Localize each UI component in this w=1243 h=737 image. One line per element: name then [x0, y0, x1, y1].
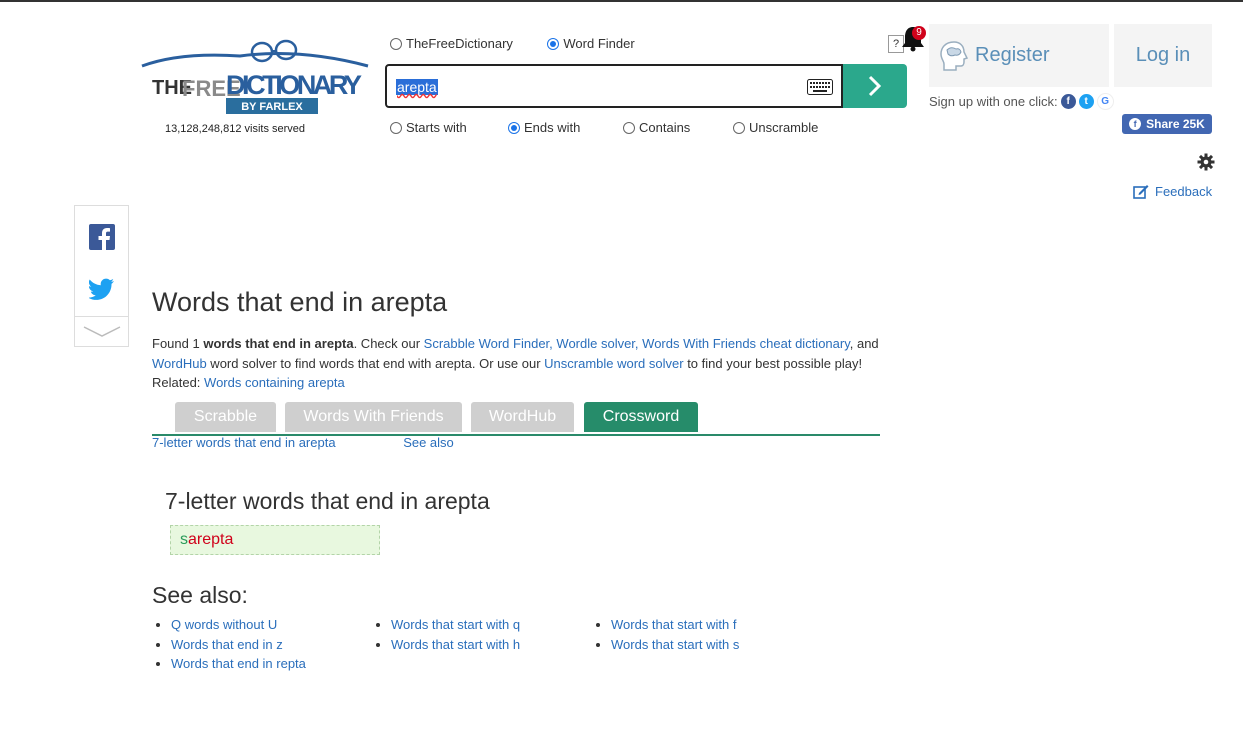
chevron-right-icon: [868, 75, 882, 97]
feedback-link[interactable]: Feedback: [1133, 184, 1212, 199]
section-title: 7-letter words that end in arepta: [165, 488, 490, 514]
related-link[interactable]: Words containing arepta: [204, 375, 345, 390]
visits-counter: 13,128,248,812 visits served: [165, 123, 306, 135]
twitter-icon[interactable]: t: [1078, 94, 1094, 109]
source-options: TheFreeDictionary Word Finder: [390, 36, 635, 55]
register-label: Register: [975, 44, 1050, 66]
tab-words-with-friends[interactable]: Words With Friends: [285, 402, 462, 432]
see-also-link[interactable]: Words that start with s: [611, 637, 739, 652]
see-also-column: Q words without U Words that end in z Wo…: [152, 615, 306, 674]
mode-option-unscramble[interactable]: Unscramble: [733, 120, 818, 135]
social-share-sidebar: [74, 205, 129, 347]
result-word-prefix: s: [180, 531, 188, 548]
unscramble-solver-link[interactable]: Unscramble word solver: [544, 356, 683, 371]
share-label: Share 25K: [1146, 117, 1205, 131]
list-item: Q words without U: [171, 615, 306, 635]
see-also-link[interactable]: Words that start with h: [391, 637, 520, 652]
page-title: Words that end in arepta: [152, 287, 448, 317]
signup-label: Sign up with one click:: [929, 94, 1058, 109]
radio-button[interactable]: [733, 121, 745, 134]
search-value[interactable]: arepta: [396, 79, 438, 95]
gear-icon[interactable]: [1197, 153, 1215, 171]
see-also-link[interactable]: Words that start with f: [611, 617, 736, 632]
mode-option-starts-with[interactable]: Starts with: [390, 120, 467, 135]
notification-badge: 9: [912, 26, 926, 40]
list-item: Words that end in repta: [171, 654, 306, 674]
twitter-share[interactable]: [75, 274, 128, 304]
expand-social-button[interactable]: [75, 320, 128, 344]
register-button[interactable]: Register: [929, 24, 1109, 87]
see-also-column: Words that start with q Words that start…: [372, 615, 520, 654]
site-logo[interactable]: THE FREE DICTIONARY BY FARLEX: [140, 38, 372, 118]
see-also-link[interactable]: Words that start with q: [391, 617, 520, 632]
facebook-icon: f: [1129, 118, 1142, 130]
section-links: 7-letter words that end in arepta See al…: [152, 435, 454, 450]
section-link-7-letter[interactable]: 7-letter words that end in arepta: [152, 435, 336, 450]
svg-text:BY FARLEX: BY FARLEX: [241, 101, 303, 113]
signup-row: Sign up with one click: f t G: [929, 93, 1114, 110]
search-input[interactable]: arepta: [385, 64, 843, 108]
see-also-link[interactable]: Q words without U: [171, 617, 277, 632]
mode-option-ends-with[interactable]: Ends with: [508, 120, 580, 135]
svg-text:DICTIONARY: DICTIONARY: [226, 70, 362, 100]
result-word[interactable]: s arepta: [170, 525, 380, 555]
source-option-word-finder[interactable]: Word Finder: [547, 36, 635, 51]
twitter-icon: [88, 278, 114, 300]
see-also-link[interactable]: Words that end in repta: [171, 656, 306, 671]
edit-icon: [1133, 185, 1149, 199]
tab-crossword[interactable]: Crossword: [584, 402, 698, 432]
see-also-title: See also:: [152, 582, 248, 608]
intro-text: Found 1 words that end in arepta. Check …: [152, 336, 879, 390]
see-also-link[interactable]: Words that end in z: [171, 637, 283, 652]
brain-head-icon: [940, 41, 969, 71]
facebook-share-button[interactable]: f Share 25K: [1122, 114, 1212, 134]
radio-button[interactable]: [623, 121, 635, 134]
scrabble-word-finder-link[interactable]: Scrabble Word Finder: [424, 336, 550, 351]
radio-button[interactable]: [508, 121, 520, 134]
facebook-icon[interactable]: f: [1060, 94, 1076, 109]
list-item: Words that start with q: [391, 615, 520, 635]
radio-button[interactable]: [390, 37, 402, 50]
list-item: Words that start with h: [391, 635, 520, 655]
radio-button[interactable]: [390, 121, 402, 134]
list-item: Words that start with s: [611, 635, 739, 655]
wordle-solver-link[interactable]: Wordle solver: [556, 336, 635, 351]
search-go-button[interactable]: [843, 64, 907, 108]
result-word-suffix: arepta: [188, 531, 234, 548]
logo-graphic: THE FREE DICTIONARY BY FARLEX: [141, 39, 369, 114]
list-item: Words that start with f: [611, 615, 739, 635]
facebook-share[interactable]: [75, 222, 128, 252]
mode-option-contains[interactable]: Contains: [623, 120, 690, 135]
tab-wordhub[interactable]: WordHub: [471, 402, 574, 432]
facebook-icon: [88, 224, 115, 250]
words-with-friends-link[interactable]: Words With Friends cheat dictionary: [642, 336, 850, 351]
source-option-thefreedictionary[interactable]: TheFreeDictionary: [390, 36, 513, 51]
game-tabs: Scrabble Words With Friends WordHub Cros…: [152, 402, 880, 436]
see-also-column: Words that start with f Words that start…: [592, 615, 739, 654]
wordhub-link[interactable]: WordHub: [152, 356, 207, 371]
list-item: Words that end in z: [171, 635, 306, 655]
radio-button[interactable]: [547, 37, 560, 50]
google-icon[interactable]: G: [1096, 93, 1114, 110]
keyboard-icon[interactable]: [807, 79, 833, 95]
login-button[interactable]: Log in: [1114, 24, 1212, 87]
tab-scrabble[interactable]: Scrabble: [175, 402, 276, 432]
section-link-see-also[interactable]: See also: [403, 435, 454, 450]
mode-options: Starts with: [390, 120, 467, 139]
feedback-label: Feedback: [1155, 184, 1213, 199]
chevron-down-icon: [83, 326, 120, 337]
